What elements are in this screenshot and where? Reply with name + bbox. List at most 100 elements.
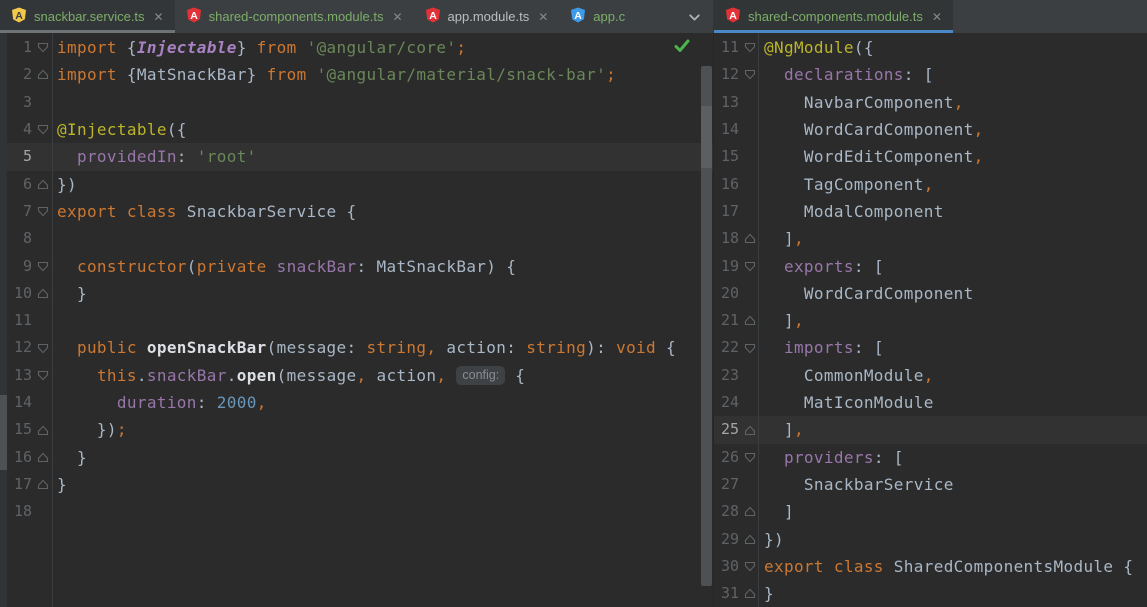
- fold-down-icon[interactable]: [740, 34, 759, 61]
- line-number[interactable]: 3: [7, 89, 33, 116]
- fold-up-icon[interactable]: [740, 498, 759, 525]
- code-line[interactable]: 16 TagComponent,: [714, 171, 1147, 198]
- line-number[interactable]: 28: [714, 498, 740, 525]
- fold-up-icon[interactable]: [740, 416, 759, 443]
- line-number[interactable]: 5: [7, 143, 33, 170]
- code-line[interactable]: 26 providers: [: [714, 444, 1147, 471]
- fold-up-icon[interactable]: [33, 444, 52, 471]
- code-line[interactable]: 18 ],: [714, 225, 1147, 252]
- fold-down-icon[interactable]: [33, 198, 52, 225]
- code-line[interactable]: 24 MatIconModule: [714, 389, 1147, 416]
- hidden-tabs-chevron-down-icon[interactable]: [685, 8, 703, 26]
- code-line[interactable]: 10 }: [7, 280, 713, 307]
- fold-up-icon[interactable]: [740, 307, 759, 334]
- code-line[interactable]: 21 ],: [714, 307, 1147, 334]
- line-number[interactable]: 2: [7, 61, 33, 88]
- fold-down-icon[interactable]: [740, 334, 759, 361]
- code-line[interactable]: 12 public openSnackBar(message: string, …: [7, 334, 713, 361]
- fold-down-icon[interactable]: [33, 116, 52, 143]
- code-line[interactable]: 4 @Injectable({: [7, 116, 713, 143]
- tab-close-icon[interactable]: ✕: [392, 10, 402, 24]
- cropped-left-scrollbar-thumb[interactable]: [0, 395, 7, 470]
- line-number[interactable]: 18: [714, 225, 740, 252]
- line-number[interactable]: 14: [714, 116, 740, 143]
- line-number[interactable]: 14: [7, 389, 33, 416]
- tab-snackbar-service-ts[interactable]: Asnackbar.service.ts ✕: [0, 0, 175, 33]
- fold-up-icon[interactable]: [33, 171, 52, 198]
- line-number[interactable]: 23: [714, 362, 740, 389]
- fold-down-icon[interactable]: [740, 444, 759, 471]
- code-line[interactable]: 5 providedIn: 'root': [7, 143, 713, 171]
- line-number[interactable]: 4: [7, 116, 33, 143]
- line-number[interactable]: 25: [714, 416, 740, 443]
- line-number[interactable]: 1: [7, 34, 33, 61]
- fold-up-icon[interactable]: [33, 416, 52, 443]
- line-number[interactable]: 15: [714, 143, 740, 170]
- line-number[interactable]: 17: [7, 471, 33, 498]
- line-number[interactable]: 12: [714, 61, 740, 88]
- line-number[interactable]: 13: [7, 362, 33, 389]
- code-line[interactable]: 30 export class SharedComponentsModule {: [714, 553, 1147, 580]
- tab-app-c[interactable]: Aapp.c: [559, 0, 625, 33]
- line-number[interactable]: 15: [7, 416, 33, 443]
- inspection-ok-check-icon[interactable]: [674, 39, 690, 53]
- code-line[interactable]: 7 export class SnackbarService {: [7, 198, 713, 225]
- code-line[interactable]: 6}): [7, 171, 713, 198]
- code-line[interactable]: 16 }: [7, 444, 713, 471]
- line-number[interactable]: 16: [7, 444, 33, 471]
- code-line[interactable]: 25 ],: [714, 416, 1147, 444]
- code-line[interactable]: 2 import {MatSnackBar} from '@angular/mat…: [7, 61, 713, 88]
- line-number[interactable]: 12: [7, 334, 33, 361]
- line-number[interactable]: 26: [714, 444, 740, 471]
- code-line[interactable]: 17}: [7, 471, 713, 498]
- tab-app-module-ts[interactable]: Aapp.module.ts ✕: [414, 0, 560, 33]
- code-line[interactable]: 22 imports: [: [714, 334, 1147, 361]
- fold-down-icon[interactable]: [740, 61, 759, 88]
- line-number[interactable]: 6: [7, 171, 33, 198]
- code-line[interactable]: 18: [7, 498, 713, 525]
- fold-down-icon[interactable]: [33, 362, 52, 389]
- code-line[interactable]: 14 WordCardComponent,: [714, 116, 1147, 143]
- fold-up-icon[interactable]: [33, 280, 52, 307]
- code-line[interactable]: 31}: [714, 580, 1147, 607]
- code-line[interactable]: 27 SnackbarService: [714, 471, 1147, 498]
- code-line[interactable]: 20 WordCardComponent: [714, 280, 1147, 307]
- tab-close-icon[interactable]: ✕: [932, 10, 942, 24]
- tab-close-icon[interactable]: ✕: [538, 10, 548, 24]
- fold-up-icon[interactable]: [33, 471, 52, 498]
- tab-close-icon[interactable]: ✕: [154, 10, 164, 24]
- code-line[interactable]: 19 exports: [: [714, 253, 1147, 280]
- fold-down-icon[interactable]: [33, 334, 52, 361]
- code-line[interactable]: 11 @NgModule({: [714, 34, 1147, 61]
- inlay-hint-config[interactable]: config:: [456, 365, 506, 385]
- fold-down-icon[interactable]: [33, 253, 52, 280]
- fold-down-icon[interactable]: [33, 34, 52, 61]
- line-number[interactable]: 21: [714, 307, 740, 334]
- line-number[interactable]: 27: [714, 471, 740, 498]
- code-line[interactable]: 12 declarations: [: [714, 61, 1147, 88]
- fold-up-icon[interactable]: [33, 61, 52, 88]
- fold-up-icon[interactable]: [740, 526, 759, 553]
- code-line[interactable]: 13 NavbarComponent,: [714, 89, 1147, 116]
- line-number[interactable]: 18: [7, 498, 33, 525]
- line-number[interactable]: 30: [714, 553, 740, 580]
- fold-up-icon[interactable]: [740, 580, 759, 607]
- line-number[interactable]: 13: [714, 89, 740, 116]
- code-line[interactable]: 13 this.snackBar.open(message, action, c…: [7, 362, 713, 389]
- line-number[interactable]: 24: [714, 389, 740, 416]
- code-line[interactable]: 11: [7, 307, 713, 334]
- tab-shared-components-module-ts[interactable]: Ashared-components.module.ts ✕: [175, 0, 414, 33]
- code-line[interactable]: 28 ]: [714, 498, 1147, 525]
- line-number[interactable]: 16: [714, 171, 740, 198]
- line-number[interactable]: 31: [714, 580, 740, 607]
- code-line[interactable]: 17 ModalComponent: [714, 198, 1147, 225]
- tab-shared-components-module-ts[interactable]: Ashared-components.module.ts ✕: [714, 0, 953, 33]
- fold-down-icon[interactable]: [740, 553, 759, 580]
- line-number[interactable]: 9: [7, 253, 33, 280]
- code-line[interactable]: 9 constructor(private snackBar: MatSnack…: [7, 253, 713, 280]
- line-number[interactable]: 10: [7, 280, 33, 307]
- line-number[interactable]: 7: [7, 198, 33, 225]
- line-number[interactable]: 19: [714, 253, 740, 280]
- code-line[interactable]: 1 import {Injectable} from '@angular/core…: [7, 34, 713, 61]
- code-line[interactable]: 8: [7, 225, 713, 252]
